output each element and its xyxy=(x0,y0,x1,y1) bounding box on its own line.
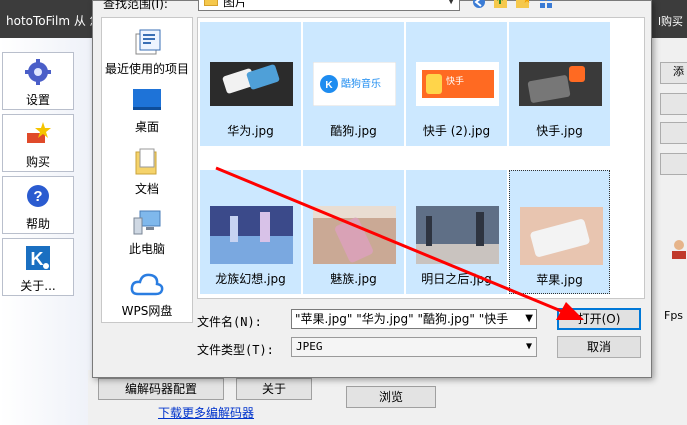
annotation-arrow xyxy=(215,166,584,320)
arrow-line xyxy=(215,166,567,315)
